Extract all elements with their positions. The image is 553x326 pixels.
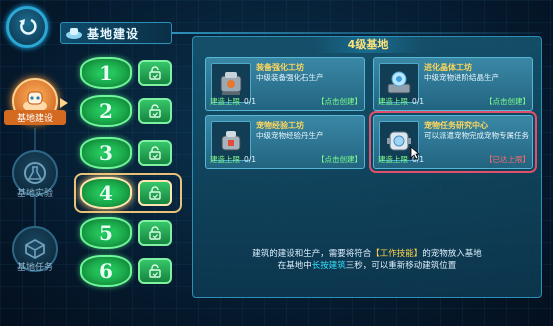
level-row-6[interactable]: 6 (68, 254, 186, 288)
building-desc: 中级装备强化石生产 (256, 73, 324, 82)
level-badge[interactable]: 5 (80, 217, 132, 249)
unlock-button[interactable] (138, 60, 172, 86)
exp-machine-icon (221, 131, 241, 151)
build-count: 0/1 (412, 97, 425, 106)
sidebar-item-label: 基地任务 (16, 263, 53, 273)
tip-text: 在基地中 (277, 261, 312, 271)
building-desc: 中级宠物进阶结晶生产 (424, 73, 499, 82)
help-tip: 建筑的建设和生产，需要将符合【工作技能】的宠物放入基地 在基地中长按建筑三秒，可… (192, 248, 542, 272)
building-card-exp[interactable]: 宠物经验工坊 中级宠物经验丹生产 建造上限 0/1 【点击创建】 (205, 115, 365, 169)
level-badge[interactable]: 6 (80, 255, 132, 287)
building-footer: 建造上限 0/1 【点击创建】 (378, 96, 530, 107)
base-icon (66, 28, 82, 39)
unlock-icon (149, 186, 161, 200)
sidebar-item-label: 基地建设 (4, 110, 66, 125)
page-title-bar: 基地建设 (60, 22, 172, 44)
unlock-icon (149, 146, 161, 160)
unlock-button[interactable] (138, 220, 172, 246)
unlock-button[interactable] (138, 258, 172, 284)
back-arrow-icon (19, 18, 37, 35)
limit-label: 建造上限 (378, 97, 408, 106)
header-divider (172, 32, 542, 34)
building-card-task-center[interactable]: 宠物任务研究中心 可以派遣宠物完成宠物专属任务 建造上限 0/1 【已达上限】 (369, 111, 537, 173)
level-list: 1 2 3 4 5 6 (68, 52, 186, 300)
level-row-3[interactable]: 3 (68, 136, 186, 170)
building-card-equipment[interactable]: 装备强化工坊 中级装备强化石生产 建造上限 0/1 【点击创建】 (205, 57, 365, 111)
unlock-icon (149, 104, 161, 118)
building-footer: 建造上限 0/1 【已达上限】 (378, 154, 530, 165)
create-button[interactable]: 【点击创建】 (317, 96, 362, 107)
building-footer: 建造上限 0/1 【点击创建】 (210, 96, 362, 107)
limit-label: 建造上限 (378, 155, 408, 164)
level-badge[interactable]: 2 (80, 95, 132, 127)
create-button[interactable]: 【点击创建】 (485, 96, 530, 107)
create-button[interactable]: 【点击创建】 (317, 154, 362, 165)
build-count: 0/1 (244, 97, 257, 106)
unlock-icon (149, 226, 161, 240)
unlock-button[interactable] (138, 180, 172, 206)
unlock-icon (149, 66, 161, 80)
tip-highlight: 长按建筑 (311, 261, 346, 271)
building-footer: 建造上限 0/1 【点击创建】 (210, 154, 362, 165)
tip-text: 建筑的建设和生产，需要将符合 (252, 249, 372, 259)
crystal-machine-icon (387, 71, 411, 94)
box-icon (25, 238, 45, 260)
mouse-cursor-icon (410, 146, 420, 160)
page-title: 基地建设 (87, 26, 140, 41)
back-button[interactable] (6, 6, 48, 48)
building-title: 宠物任务研究中心 (424, 121, 488, 130)
limit-label: 建造上限 (210, 155, 240, 164)
tip-line-1: 建筑的建设和生产，需要将符合【工作技能】的宠物放入基地 (192, 248, 542, 260)
build-count: 0/1 (244, 155, 257, 164)
unlock-icon (149, 264, 161, 278)
unlock-button[interactable] (138, 98, 172, 124)
building-desc: 中级宠物经验丹生产 (256, 131, 324, 140)
unlock-button[interactable] (138, 140, 172, 166)
level-row-2[interactable]: 2 (68, 94, 186, 128)
level-row-4[interactable]: 4 (68, 173, 186, 213)
sidebar-item-label: 基地实验 (16, 189, 53, 199)
building-desc: 可以派遣宠物完成宠物专属任务 (424, 131, 529, 140)
level-badge[interactable]: 4 (80, 177, 132, 209)
level-row-5[interactable]: 5 (68, 216, 186, 250)
building-card-crystal[interactable]: 进化晶体工坊 中级宠物进阶结晶生产 建造上限 0/1 【点击创建】 (373, 57, 533, 111)
tip-text: 的宠物放入基地 (422, 249, 482, 259)
level-badge[interactable]: 1 (80, 57, 132, 89)
tip-line-2: 在基地中长按建筑三秒，可以重新移动建筑位置 (192, 260, 542, 272)
level-badge[interactable]: 3 (80, 137, 132, 169)
building-title: 进化晶体工坊 (424, 63, 472, 72)
limit-reached-label: 【已达上限】 (485, 155, 530, 164)
flask-icon (24, 162, 46, 184)
arrow-right-icon (60, 98, 68, 108)
forge-machine-icon (220, 72, 242, 95)
building-title: 宠物经验工坊 (256, 121, 304, 130)
level-row-1[interactable]: 1 (68, 56, 186, 90)
tip-highlight: 【工作技能】 (371, 249, 423, 259)
limit-label: 建造上限 (210, 97, 240, 106)
tip-text: 三秒，可以重新移动建筑位置 (345, 261, 457, 271)
panel-title: 4级基地 (313, 37, 423, 53)
building-title: 装备强化工坊 (256, 63, 304, 72)
